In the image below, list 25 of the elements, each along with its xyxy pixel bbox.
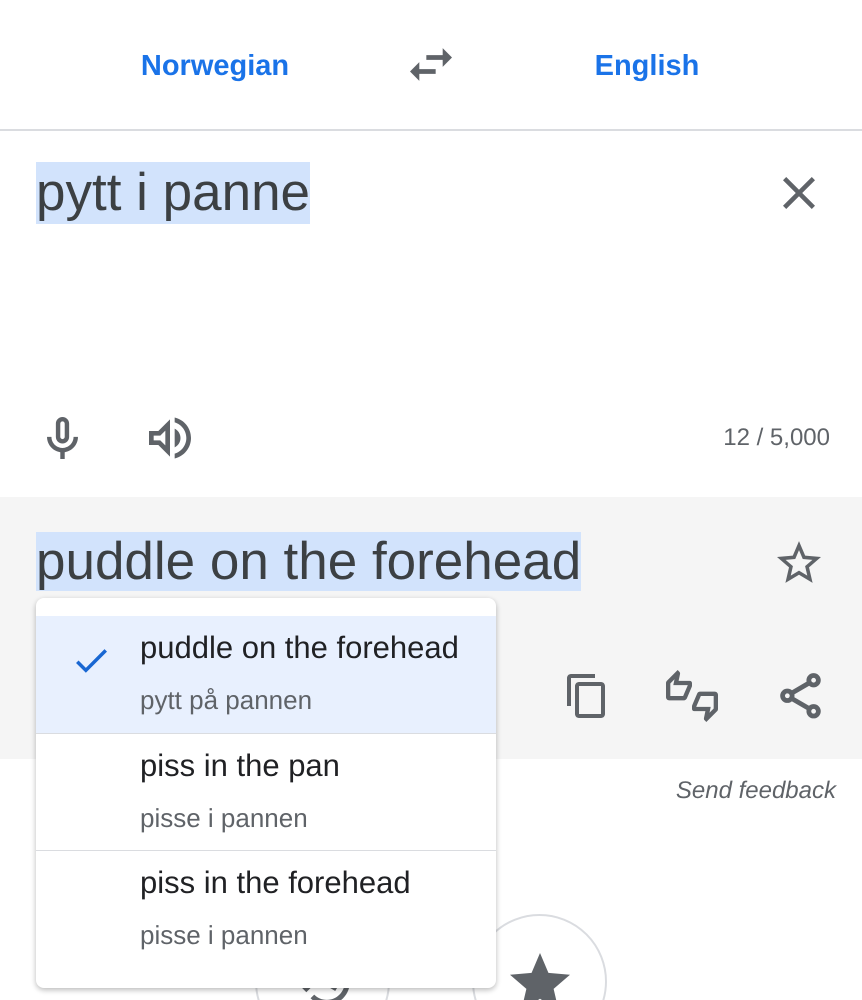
speaker-icon[interactable] <box>149 417 191 459</box>
alternative-menu-item[interactable]: piss in the pan pisse i pannen <box>36 733 496 850</box>
source-language-tab[interactable]: Norwegian <box>140 46 290 84</box>
alternative-menu-item[interactable]: puddle on the forehead pytt på pannen <box>36 616 496 733</box>
close-icon[interactable] <box>783 177 815 209</box>
check-icon <box>76 649 107 673</box>
star-icon <box>510 953 570 1000</box>
alternative-menu-item[interactable]: piss in the forehead pisse i pannen <box>36 850 496 967</box>
share-icon[interactable] <box>779 673 821 719</box>
back-translation: pytt på pannen <box>140 684 312 716</box>
character-count: 12 / 5,000 <box>723 423 830 453</box>
copy-icon[interactable] <box>567 674 605 718</box>
thumbs-up-down-icon[interactable] <box>666 670 718 722</box>
back-translation: pisse i pannen <box>140 802 308 834</box>
microphone-icon[interactable] <box>47 417 78 459</box>
send-feedback-link[interactable]: Send feedback <box>676 776 836 806</box>
alternative-translation: piss in the forehead <box>140 865 411 901</box>
alternative-translation: puddle on the forehead <box>140 630 459 666</box>
star-icon[interactable] <box>777 540 821 582</box>
source-text-input[interactable]: pytt i panne <box>36 162 310 224</box>
alternative-translation: piss in the pan <box>140 748 340 784</box>
back-translation: pisse i pannen <box>140 919 308 951</box>
translated-text[interactable]: puddle on the forehead <box>36 532 582 591</box>
swap-icon[interactable] <box>410 48 452 81</box>
target-language-tab[interactable]: English <box>594 46 700 84</box>
